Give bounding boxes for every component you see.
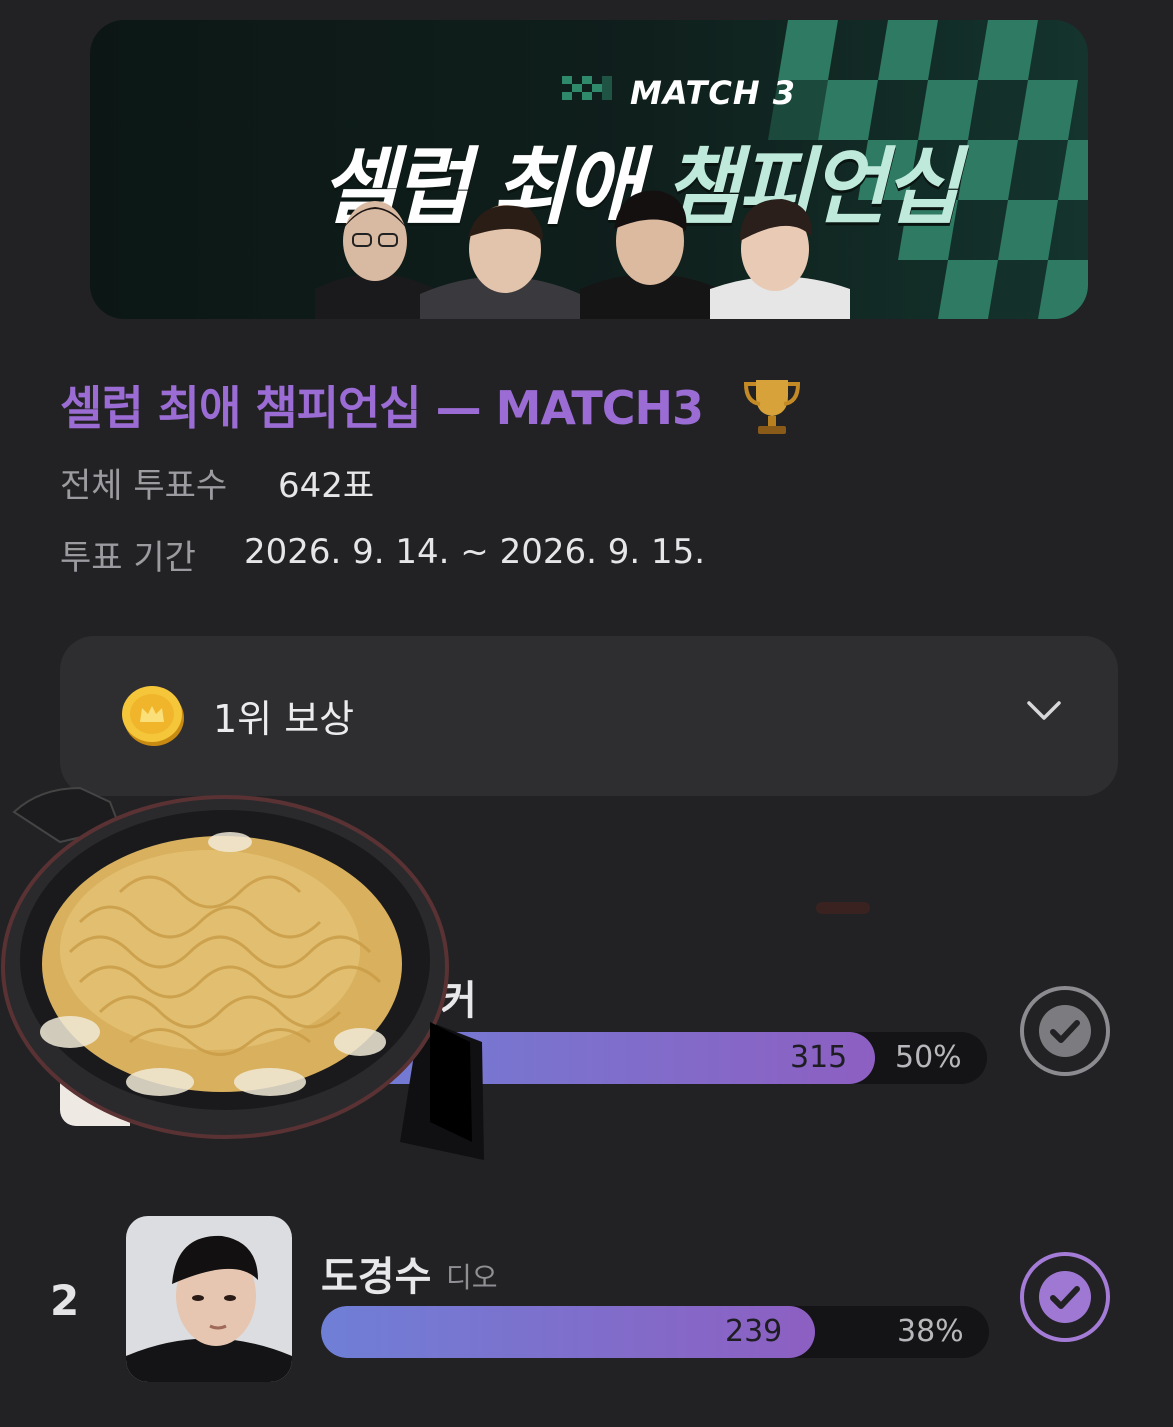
check-icon — [1039, 1005, 1091, 1057]
candidate-avatar[interactable] — [126, 1216, 292, 1382]
reward-accordion[interactable]: 1위 보상 — [60, 636, 1118, 796]
portrait-image — [710, 199, 850, 319]
race-flag-icon — [562, 76, 612, 100]
vote-check-button[interactable] — [1020, 1252, 1110, 1342]
vote-count: 239 — [725, 1314, 783, 1349]
vote-bar: 239 38% — [321, 1306, 989, 1358]
total-votes-value: 642표 — [278, 466, 375, 506]
chevron-down-icon[interactable] — [1026, 700, 1062, 722]
coin-crown-icon — [122, 686, 184, 746]
portrait-image — [580, 190, 720, 319]
ramen-pot-sticker — [1, 786, 484, 1160]
vote-percent: 38% — [897, 1314, 964, 1349]
vote-period-label: 투표 기간 — [60, 538, 196, 578]
candidate-name: 도경수 — [321, 1254, 432, 1300]
vote-percent: 50% — [895, 1040, 962, 1075]
vote-period-value: 2026. 9. 14. ~ 2026. 9. 15. — [244, 532, 706, 572]
event-banner[interactable]: MATCH 3 셀럽 최애 챔피언십 — [90, 20, 1088, 319]
portrait-image — [315, 201, 435, 319]
event-title: 셀럽 최애 챔피언십 — MATCH3 — [60, 381, 704, 435]
reward-label: 1위 보상 — [213, 697, 355, 741]
check-icon — [1039, 1271, 1091, 1323]
decorative-mark — [816, 902, 870, 914]
portrait-image — [420, 205, 580, 319]
vote-count: 315 — [790, 1040, 848, 1075]
candidate-rank: 2 — [50, 1276, 80, 1325]
trophy-icon — [743, 380, 801, 434]
candidate-alias: 디오 — [446, 1261, 498, 1294]
banner-match-label: MATCH 3 — [630, 74, 797, 112]
total-votes-label: 전체 투표수 — [60, 466, 228, 506]
vote-check-button[interactable] — [1020, 986, 1110, 1076]
